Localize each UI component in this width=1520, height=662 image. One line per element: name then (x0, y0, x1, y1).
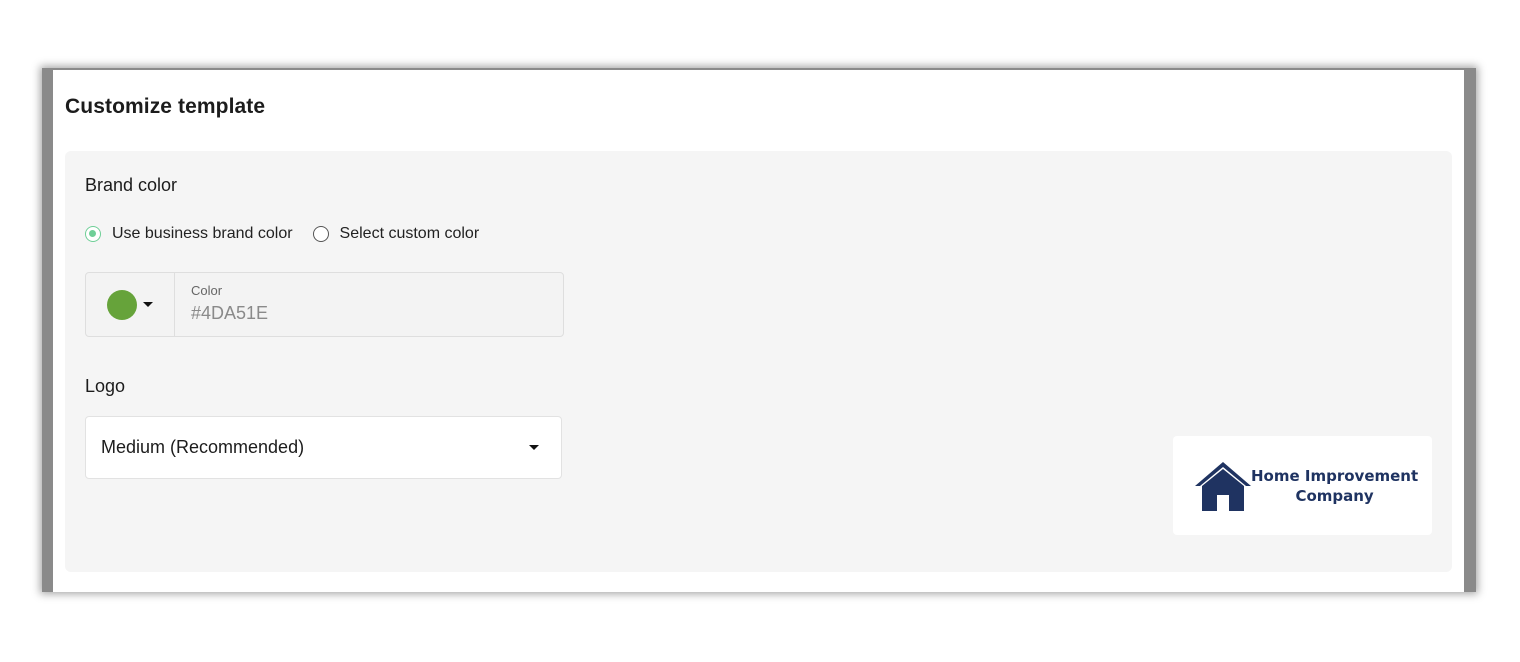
logo-label: Logo (85, 376, 126, 396)
logo-size-select[interactable]: Medium (Recommended) (85, 416, 562, 479)
logo-text-line1: Home Improvement (1251, 466, 1419, 485)
logo-preview: Home Improvement Company (1173, 436, 1432, 535)
radio-label-custom-color: Select custom color (339, 225, 480, 242)
chevron-down-icon (143, 302, 153, 307)
logo-size-selected-value: Medium (Recommended) (101, 437, 305, 457)
card-title: Customize template (65, 95, 266, 118)
color-hex-value: #4DA51E (191, 303, 269, 323)
brand-color-label: Brand color (85, 175, 178, 195)
logo-company-name: Home Improvement Company (1251, 466, 1418, 506)
radio-unchecked-icon[interactable] (312, 226, 329, 242)
color-swatch (107, 289, 137, 320)
radio-label-business-brand: Use business brand color (112, 225, 293, 242)
radio-select-custom-color[interactable]: Select custom color (312, 225, 480, 243)
color-hex-input[interactable]: Color #4DA51E (175, 273, 563, 336)
color-field: Color #4DA51E (85, 272, 564, 337)
settings-panel: Brand color Use business brand color Sel… (65, 151, 1452, 572)
radio-use-business-brand-color[interactable]: Use business brand color (85, 225, 293, 243)
house-logo-icon (1195, 461, 1251, 511)
color-field-label: Color (191, 283, 223, 298)
logo-text-line2: Company (1295, 486, 1374, 505)
customize-template-card: Customize template Brand color Use busin… (53, 70, 1464, 592)
brand-color-radio-group: Use business brand color Select custom c… (85, 223, 499, 245)
radio-checked-icon[interactable] (85, 226, 101, 242)
chevron-down-icon (529, 445, 539, 450)
color-swatch-dropdown-button[interactable] (86, 273, 175, 336)
